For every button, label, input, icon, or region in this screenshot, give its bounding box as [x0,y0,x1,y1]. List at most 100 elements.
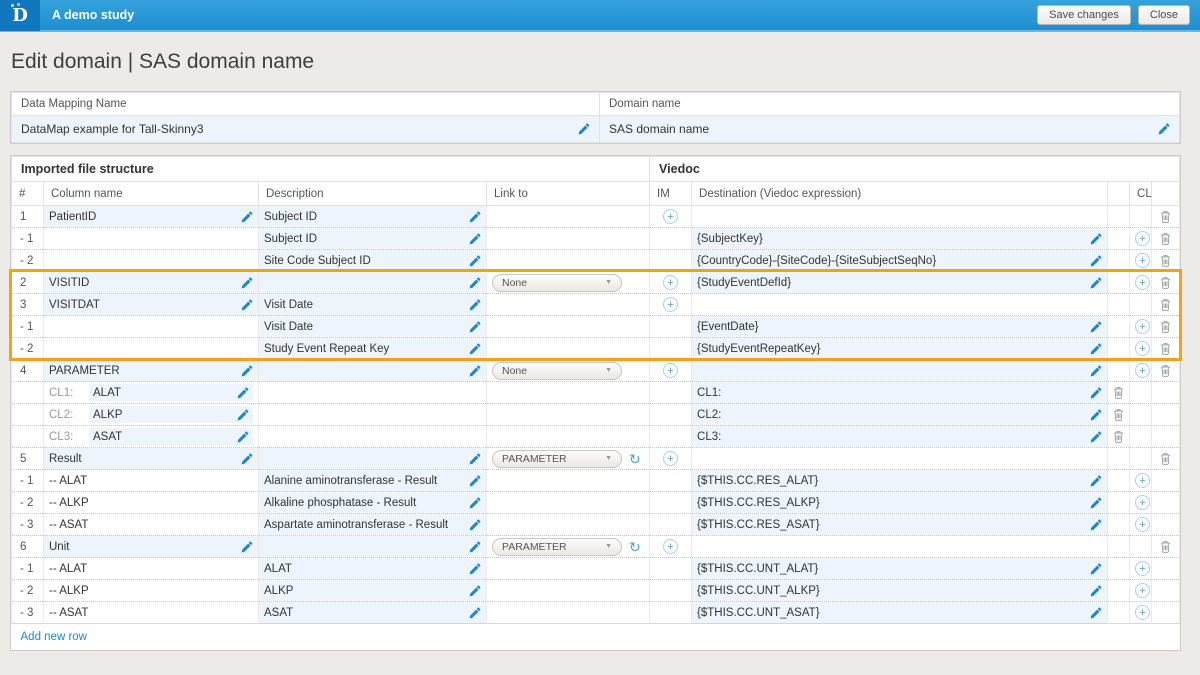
delete-row-icon[interactable] [1160,298,1171,311]
edit-pencil-icon[interactable] [463,607,481,619]
cl-add-icon[interactable]: + [1135,319,1150,334]
refresh-arrows-icon[interactable]: ↻ [629,452,641,466]
delete-row-icon[interactable] [1160,540,1171,553]
cl-add-icon[interactable]: + [1135,275,1150,290]
link-to-dropdown[interactable]: None▼ [492,274,622,292]
destination-cell[interactable]: CL2: [692,404,1108,426]
edit-pencil-icon[interactable] [1084,563,1102,575]
cl-add-icon[interactable]: + [1135,605,1150,620]
destination-cell[interactable]: {StudyEventRepeatKey} [692,338,1108,360]
refresh-arrows-icon[interactable]: ↻ [629,540,641,554]
edit-pencil-icon[interactable] [1084,585,1102,597]
im-add-icon[interactable]: + [663,451,678,466]
edit-pencil-icon[interactable] [1084,497,1102,509]
edit-pencil-icon[interactable] [463,563,481,575]
delete-row-icon[interactable] [1160,452,1171,465]
edit-pencil-icon[interactable] [463,365,481,377]
edit-pencil-icon[interactable] [463,497,481,509]
cl-add-icon[interactable]: + [1135,253,1150,268]
close-button[interactable]: Close [1138,5,1190,25]
save-changes-button[interactable]: Save changes [1037,5,1131,25]
link-to-dropdown[interactable]: None▼ [492,362,622,380]
edit-pencil-icon[interactable] [463,541,481,553]
description-cell[interactable]: Subject ID [259,206,487,228]
edit-pencil-icon[interactable] [463,453,481,465]
description-cell[interactable]: Study Event Repeat Key [259,338,487,360]
link-to-dropdown[interactable]: PARAMETER▼ [492,450,622,468]
edit-pencil-icon[interactable] [1084,475,1102,487]
link-to-dropdown[interactable]: PARAMETER▼ [492,538,622,556]
edit-pencil-icon[interactable] [1084,607,1102,619]
edit-pencil-icon[interactable] [463,299,481,311]
cl-add-icon[interactable]: + [1135,517,1150,532]
destination-cell[interactable]: {EventDate} [692,316,1108,338]
column-name-cell[interactable]: PatientID [44,206,259,228]
data-mapping-name-field[interactable]: DataMap example for Tall-Skinny3 [12,116,600,143]
description-cell[interactable] [259,448,487,470]
cl-add-icon[interactable]: + [1135,473,1150,488]
delete-row-icon[interactable] [1160,254,1171,267]
edit-pencil-icon[interactable] [463,321,481,333]
edit-pencil-icon[interactable] [1084,431,1102,443]
edit-pencil-icon[interactable] [463,475,481,487]
description-cell[interactable]: Aspartate aminotransferase - Result [259,514,487,536]
column-name-cell[interactable]: CL3:ASAT [44,426,259,448]
edit-pencil-icon[interactable] [463,211,481,223]
destination-cell[interactable]: CL3: [692,426,1108,448]
edit-pencil-icon[interactable] [1152,123,1170,135]
description-cell[interactable] [259,360,487,382]
cl-add-icon[interactable]: + [1135,363,1150,378]
edit-pencil-icon[interactable] [235,453,253,465]
delete-row-icon[interactable] [1160,210,1171,223]
edit-pencil-icon[interactable] [235,299,253,311]
description-cell[interactable] [259,536,487,558]
description-cell[interactable]: Subject ID [259,228,487,250]
edit-pencil-icon[interactable] [463,343,481,355]
description-cell[interactable]: Visit Date [259,316,487,338]
destination-cell[interactable] [692,360,1108,382]
edit-pencil-icon[interactable] [1084,321,1102,333]
edit-pencil-icon[interactable] [1084,233,1102,245]
im-add-icon[interactable]: + [663,297,678,312]
description-cell[interactable] [259,272,487,294]
column-name-cell[interactable]: CL1:ALAT [44,382,259,404]
destination-cell[interactable]: {$THIS.CC.RES_ALAT} [692,470,1108,492]
destination-cell[interactable]: {SubjectKey} [692,228,1108,250]
edit-pencil-icon[interactable] [235,211,253,223]
edit-pencil-icon[interactable] [1084,519,1102,531]
edit-pencil-icon[interactable] [572,123,590,135]
domain-name-field[interactable]: SAS domain name [600,116,1180,143]
column-name-cell[interactable]: CL2:ALKP [44,404,259,426]
description-cell[interactable]: ASAT [259,602,487,624]
edit-pencil-icon[interactable] [235,277,253,289]
add-new-row-link[interactable]: Add new row [21,631,87,643]
description-cell[interactable]: Site Code Subject ID [259,250,487,272]
destination-cell[interactable]: {StudyEventDefId} [692,272,1108,294]
edit-pencil-icon[interactable] [463,233,481,245]
destination-cell[interactable]: {$THIS.CC.UNT_ALKP} [692,580,1108,602]
viedoc-logo[interactable]: D [0,0,40,31]
edit-pencil-icon[interactable] [1084,409,1102,421]
edit-pencil-icon[interactable] [235,541,253,553]
description-cell[interactable]: Alanine aminotransferase - Result [259,470,487,492]
description-cell[interactable]: Alkaline phosphatase - Result [259,492,487,514]
cl-add-icon[interactable]: + [1135,583,1150,598]
im-add-icon[interactable]: + [663,363,678,378]
delete-codelist-icon[interactable] [1113,408,1124,421]
edit-pencil-icon[interactable] [1084,277,1102,289]
column-name-cell[interactable]: Unit [44,536,259,558]
im-add-icon[interactable]: + [663,539,678,554]
edit-pencil-icon[interactable] [235,365,253,377]
destination-cell[interactable]: CL1: [692,382,1108,404]
edit-pencil-icon[interactable] [1084,343,1102,355]
edit-pencil-icon[interactable] [463,519,481,531]
cl-add-icon[interactable]: + [1135,561,1150,576]
edit-pencil-icon[interactable] [463,277,481,289]
delete-row-icon[interactable] [1160,364,1171,377]
destination-cell[interactable]: {$THIS.CC.RES_ALKP} [692,492,1108,514]
destination-cell[interactable]: {$THIS.CC.RES_ASAT} [692,514,1108,536]
im-add-icon[interactable]: + [663,209,678,224]
delete-codelist-icon[interactable] [1113,430,1124,443]
column-name-cell[interactable]: Result [44,448,259,470]
im-add-icon[interactable]: + [663,275,678,290]
